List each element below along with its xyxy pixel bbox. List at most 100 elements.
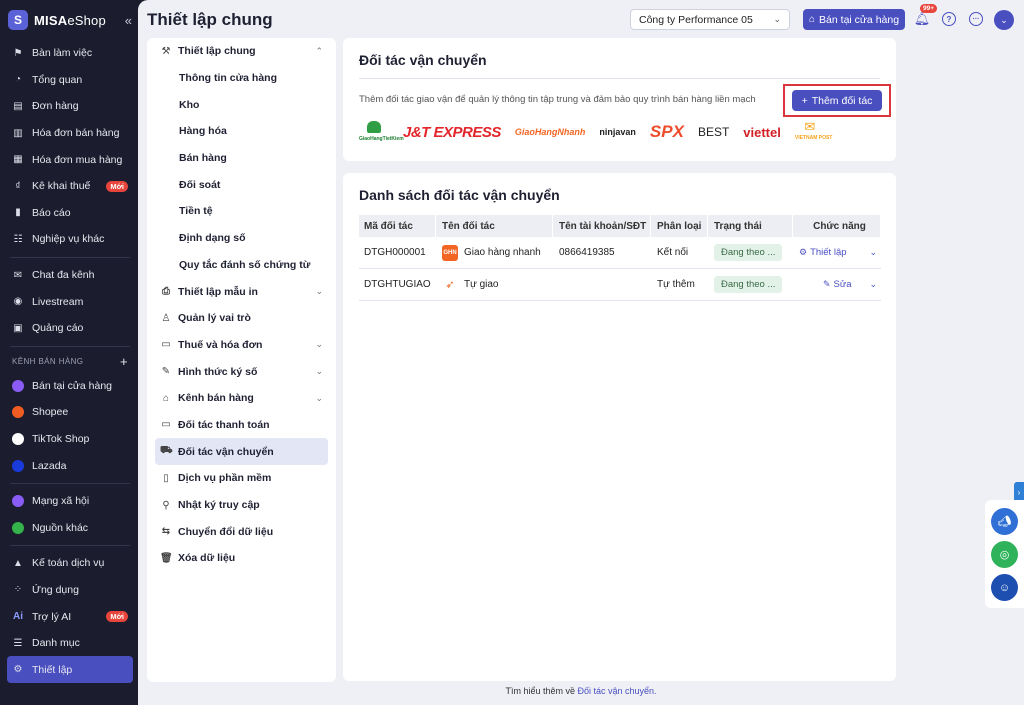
settings-warehouse[interactable]: Kho (147, 91, 336, 118)
avatar[interactable]: ⌄ (994, 10, 1014, 30)
chevron-down-icon: ⌄ (315, 392, 323, 403)
sidebar-item-orders[interactable]: ▤ Đơn hàng (0, 93, 140, 120)
shipping-partner-help-link[interactable]: Đối tác vận chuyển. (577, 686, 656, 696)
livestream-icon: ◉ (13, 296, 23, 308)
edit-button[interactable]: ✎ Sửa (823, 279, 852, 290)
sidebar-item-shopee[interactable]: Shopee (0, 399, 140, 426)
gear-icon: ⚙ (799, 247, 808, 257)
sidebar-item-apps[interactable]: ⁘ Ứng dụng (0, 577, 140, 604)
sidebar-item-catalog[interactable]: ☰ Danh mục (0, 630, 140, 657)
sidebar-item-ads[interactable]: ▣ Quảng cáo (0, 315, 140, 342)
chevron-down-icon: ⌄ (315, 339, 323, 350)
partner-code: DTGH000001 (364, 247, 426, 258)
log-icon: ⚲ (162, 499, 170, 511)
sidebar-item-tax[interactable]: ₫ Kê khai thuế Mới (0, 173, 140, 200)
truck-icon: ⛟ (160, 445, 173, 457)
table-row[interactable]: DTGHTUGIAO ➶ Tự giao Tự thêm Đang theo ..… (359, 269, 881, 301)
sidebar-item-social[interactable]: Mạng xã hội (0, 488, 140, 515)
sidebar-item-other-sources[interactable]: Nguồn khác (0, 515, 140, 542)
settings-currency[interactable]: Tiền tệ (147, 198, 336, 225)
accounting-icon: ▲ (13, 557, 23, 569)
settings-access-log[interactable]: ⚲ Nhật ký truy cập (147, 492, 336, 519)
settings-roles[interactable]: ♙ Quản lý vai trò (147, 305, 336, 332)
settings-store-info[interactable]: Thông tin cửa hàng (147, 65, 336, 92)
main-area: Thiết lập chung Công ty Performance 05 ⌄… (138, 0, 1024, 705)
sidebar-item-livestream[interactable]: ◉ Livestream (0, 288, 140, 315)
floating-widgets: 📣︎ ◎ ☺ (985, 500, 1024, 608)
sidebar-item-purchase-invoice[interactable]: ▦ Hóa đơn mua hàng (0, 146, 140, 173)
divider (359, 78, 880, 79)
brand[interactable]: S MISAeShop « (0, 0, 140, 40)
store-icon: ⌂ (809, 14, 816, 25)
tax-icon: ₫ (15, 180, 21, 192)
divider (10, 256, 130, 258)
sales-invoice-icon: ▥ (13, 127, 23, 139)
settings-digital-sign[interactable]: ✎ Hình thức ký số ⌄ (147, 358, 336, 385)
settings-delete-data[interactable]: 🗑︎ Xóa dữ liệu (147, 545, 336, 572)
order-icon: ▤ (13, 100, 23, 112)
partners-table: Mã đối tác Tên đối tác Tên tài khoản/SĐT… (359, 215, 881, 301)
sidebar-item-overview[interactable]: ◔ Tổng quan (0, 67, 140, 94)
shipping-partner-list-card: Danh sách đối tác vận chuyển Mã đối tác … (343, 173, 896, 681)
partner-type: Tự thêm (657, 279, 695, 290)
store-button[interactable]: ⌂ Bán tại cửa hàng (803, 9, 906, 30)
sidebar-item-store[interactable]: Bán tại cửa hàng (0, 373, 140, 400)
settings-software-services[interactable]: ▯ Dịch vụ phần mềm (147, 465, 336, 492)
column-header: Tên đối tác (436, 215, 553, 237)
collapse-sidebar-icon[interactable]: « (125, 13, 132, 28)
add-channel-icon[interactable]: + (120, 354, 128, 369)
settings-sales[interactable]: Bán hàng (147, 145, 336, 172)
sidebar-item-workspace[interactable]: ⚑ Bàn làm việc (0, 40, 140, 67)
settings-general[interactable]: ⚒ Thiết lập chung ⌃ (147, 38, 336, 65)
card-title: Đối tác vận chuyển (359, 52, 487, 68)
sidebar-item-reports[interactable]: ▮ Báo cáo (0, 200, 140, 227)
convert-icon: ⇆ (161, 526, 171, 538)
notification-badge: 99+ (920, 4, 938, 13)
settings-data-convert[interactable]: ⇆ Chuyển đổi dữ liệu (147, 518, 336, 545)
chevron-down-icon[interactable]: ⌄ (869, 247, 881, 258)
ads-icon: ▣ (13, 322, 23, 334)
chat-icon: ✉ (13, 269, 23, 281)
chat-support-icon[interactable]: ◎ (991, 541, 1018, 568)
more-icon[interactable]: ··· (968, 11, 984, 27)
add-partner-button[interactable]: + Thêm đối tác (792, 90, 882, 111)
settings-tax-invoice[interactable]: ▭ Thuế và hóa đơn ⌄ (147, 332, 336, 359)
settings-print-templates[interactable]: ⎙ Thiết lập mẫu in ⌄ (147, 278, 336, 305)
table-row[interactable]: DTGH000001 GHN Giao hàng nhanh 0866419385… (359, 237, 881, 269)
partner-code: DTGHTUGIAO (364, 279, 431, 290)
settings-reconcile[interactable]: Đối soát (147, 171, 336, 198)
company-select[interactable]: Công ty Performance 05 ⌄ (630, 9, 790, 30)
settings-numbering-rules[interactable]: Quy tắc đánh số chứng từ (147, 252, 336, 279)
sidebar-item-chat[interactable]: ✉ Chat đa kênh (0, 262, 140, 289)
column-header: Chức năng (793, 215, 881, 237)
sidebar-item-tiktok[interactable]: TikTok Shop (0, 426, 140, 453)
settings-number-format[interactable]: Định dạng số (147, 225, 336, 252)
chevron-down-icon[interactable]: ⌄ (869, 279, 881, 290)
sidebar-item-sales-invoice[interactable]: ▥ Hóa đơn bán hàng (0, 120, 140, 147)
divider (10, 545, 130, 547)
actions-cell: ⚙ Thiết lập ⌄ (793, 247, 881, 258)
megaphone-icon[interactable]: 📣︎ (991, 508, 1018, 535)
vietnam-post-logo-icon: ✉ VIETNAM POST (794, 118, 833, 141)
settings-channels[interactable]: ⌂ Kênh bán hàng ⌄ (147, 385, 336, 412)
sidebar-item-accounting[interactable]: ▲ Kế toán dịch vụ (0, 550, 140, 577)
settings-shipping-partners[interactable]: ⛟ Đối tác vận chuyển (155, 438, 328, 465)
sidebar-item-ai[interactable]: Ai Trợ lý AI Mới (0, 603, 140, 630)
status-cell: Đang theo ... (708, 276, 793, 293)
sidebar-item-settings[interactable]: ⚙ Thiết lập (7, 656, 133, 684)
actions-cell: ✎ Sửa ⌄ (793, 279, 881, 290)
other-sources-icon (12, 521, 24, 534)
sidebar-item-other[interactable]: ☷ Nghiệp vụ khác (0, 226, 140, 253)
sidebar-item-lazada[interactable]: Lazada (0, 452, 140, 479)
bell-icon[interactable]: 🔔︎ (914, 11, 931, 27)
setup-button[interactable]: ⚙ Thiết lập (799, 247, 847, 258)
partner-name-cell: ➶ Tự giao (436, 276, 553, 293)
lazada-icon (12, 459, 24, 472)
expand-panel-icon[interactable]: › (1014, 482, 1024, 502)
help-icon[interactable]: ? (941, 11, 957, 27)
misa-logo-icon: S (8, 10, 28, 30)
settings-goods[interactable]: Hàng hóa (147, 118, 336, 145)
settings-payment-partners[interactable]: ▭ Đối tác thanh toán (147, 412, 336, 439)
bot-icon[interactable]: ☺ (991, 574, 1018, 601)
column-header: Tên tài khoản/SĐT (553, 215, 651, 237)
